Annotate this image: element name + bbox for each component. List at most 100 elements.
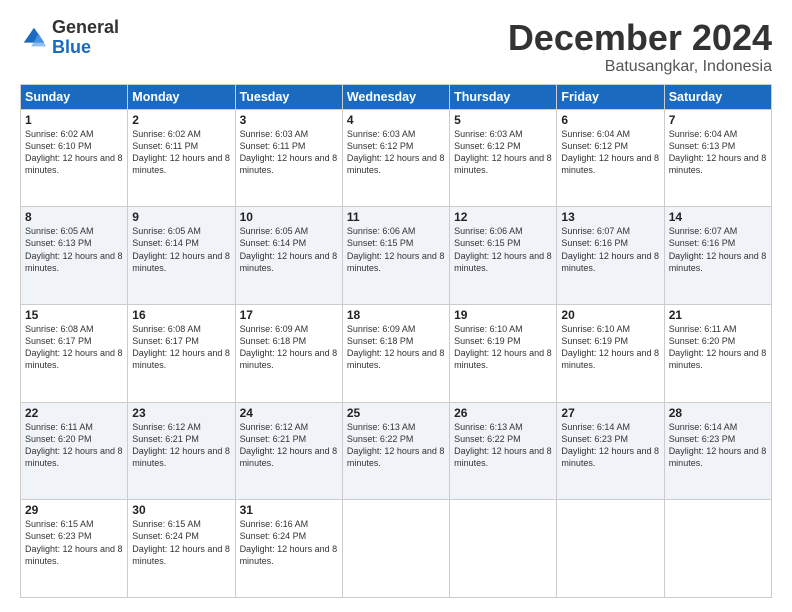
day-number: 1 (25, 113, 123, 127)
sunset-label: Sunset: 6:17 PM (132, 336, 199, 346)
sunset-label: Sunset: 6:15 PM (454, 238, 521, 248)
sunrise-label: Sunrise: 6:13 AM (347, 422, 416, 432)
sunset-label: Sunset: 6:16 PM (669, 238, 736, 248)
daylight-label: Daylight: 12 hours and 8 minutes. (561, 446, 659, 468)
day-number: 2 (132, 113, 230, 127)
day-info: Sunrise: 6:04 AM Sunset: 6:13 PM Dayligh… (669, 128, 767, 177)
day-info: Sunrise: 6:10 AM Sunset: 6:19 PM Dayligh… (561, 323, 659, 372)
table-row: 31 Sunrise: 6:16 AM Sunset: 6:24 PM Dayl… (235, 500, 342, 598)
daylight-label: Daylight: 12 hours and 8 minutes. (347, 153, 445, 175)
sunset-label: Sunset: 6:12 PM (454, 141, 521, 151)
sunset-label: Sunset: 6:23 PM (561, 434, 628, 444)
daylight-label: Daylight: 12 hours and 8 minutes. (132, 153, 230, 175)
daylight-label: Daylight: 12 hours and 8 minutes. (454, 153, 552, 175)
col-wednesday: Wednesday (342, 84, 449, 109)
col-sunday: Sunday (21, 84, 128, 109)
header: General Blue December 2024 Batusangkar, … (20, 18, 772, 76)
sunset-label: Sunset: 6:23 PM (669, 434, 736, 444)
sunset-label: Sunset: 6:16 PM (561, 238, 628, 248)
day-number: 31 (240, 503, 338, 517)
day-number: 3 (240, 113, 338, 127)
daylight-label: Daylight: 12 hours and 8 minutes. (25, 544, 123, 566)
sunrise-label: Sunrise: 6:07 AM (669, 226, 738, 236)
table-row: 6 Sunrise: 6:04 AM Sunset: 6:12 PM Dayli… (557, 109, 664, 207)
day-number: 26 (454, 406, 552, 420)
daylight-label: Daylight: 12 hours and 8 minutes. (561, 251, 659, 273)
sunrise-label: Sunrise: 6:12 AM (240, 422, 309, 432)
sunrise-label: Sunrise: 6:15 AM (25, 519, 94, 529)
day-info: Sunrise: 6:09 AM Sunset: 6:18 PM Dayligh… (240, 323, 338, 372)
day-number: 12 (454, 210, 552, 224)
location-title: Batusangkar, Indonesia (508, 58, 772, 76)
table-row: 24 Sunrise: 6:12 AM Sunset: 6:21 PM Dayl… (235, 402, 342, 500)
table-row: 12 Sunrise: 6:06 AM Sunset: 6:15 PM Dayl… (450, 207, 557, 305)
daylight-label: Daylight: 12 hours and 8 minutes. (347, 446, 445, 468)
daylight-label: Daylight: 12 hours and 8 minutes. (240, 251, 338, 273)
sunset-label: Sunset: 6:17 PM (25, 336, 92, 346)
day-number: 21 (669, 308, 767, 322)
day-info: Sunrise: 6:12 AM Sunset: 6:21 PM Dayligh… (240, 421, 338, 470)
day-number: 10 (240, 210, 338, 224)
day-number: 6 (561, 113, 659, 127)
sunrise-label: Sunrise: 6:05 AM (132, 226, 201, 236)
day-info: Sunrise: 6:03 AM Sunset: 6:12 PM Dayligh… (347, 128, 445, 177)
sunrise-label: Sunrise: 6:05 AM (240, 226, 309, 236)
sunrise-label: Sunrise: 6:04 AM (669, 129, 738, 139)
daylight-label: Daylight: 12 hours and 8 minutes. (561, 153, 659, 175)
daylight-label: Daylight: 12 hours and 8 minutes. (25, 348, 123, 370)
day-number: 29 (25, 503, 123, 517)
sunset-label: Sunset: 6:22 PM (454, 434, 521, 444)
day-number: 18 (347, 308, 445, 322)
daylight-label: Daylight: 12 hours and 8 minutes. (25, 251, 123, 273)
sunset-label: Sunset: 6:11 PM (132, 141, 198, 151)
day-info: Sunrise: 6:03 AM Sunset: 6:12 PM Dayligh… (454, 128, 552, 177)
sunrise-label: Sunrise: 6:11 AM (669, 324, 737, 334)
day-number: 15 (25, 308, 123, 322)
sunrise-label: Sunrise: 6:14 AM (561, 422, 630, 432)
sunset-label: Sunset: 6:15 PM (347, 238, 414, 248)
day-number: 19 (454, 308, 552, 322)
sunrise-label: Sunrise: 6:02 AM (25, 129, 94, 139)
table-row: 2 Sunrise: 6:02 AM Sunset: 6:11 PM Dayli… (128, 109, 235, 207)
sunrise-label: Sunrise: 6:16 AM (240, 519, 309, 529)
calendar-week-row: 22 Sunrise: 6:11 AM Sunset: 6:20 PM Dayl… (21, 402, 772, 500)
day-number: 13 (561, 210, 659, 224)
sunrise-label: Sunrise: 6:15 AM (132, 519, 201, 529)
sunset-label: Sunset: 6:24 PM (240, 531, 307, 541)
col-tuesday: Tuesday (235, 84, 342, 109)
day-number: 23 (132, 406, 230, 420)
calendar-table: Sunday Monday Tuesday Wednesday Thursday… (20, 84, 772, 598)
sunrise-label: Sunrise: 6:14 AM (669, 422, 738, 432)
sunset-label: Sunset: 6:20 PM (669, 336, 736, 346)
logo: General Blue (20, 18, 119, 58)
table-row: 5 Sunrise: 6:03 AM Sunset: 6:12 PM Dayli… (450, 109, 557, 207)
table-row: 23 Sunrise: 6:12 AM Sunset: 6:21 PM Dayl… (128, 402, 235, 500)
day-info: Sunrise: 6:05 AM Sunset: 6:14 PM Dayligh… (240, 225, 338, 274)
day-number: 16 (132, 308, 230, 322)
table-row: 20 Sunrise: 6:10 AM Sunset: 6:19 PM Dayl… (557, 304, 664, 402)
day-info: Sunrise: 6:05 AM Sunset: 6:14 PM Dayligh… (132, 225, 230, 274)
day-info: Sunrise: 6:05 AM Sunset: 6:13 PM Dayligh… (25, 225, 123, 274)
table-row: 22 Sunrise: 6:11 AM Sunset: 6:20 PM Dayl… (21, 402, 128, 500)
day-info: Sunrise: 6:07 AM Sunset: 6:16 PM Dayligh… (561, 225, 659, 274)
day-number: 8 (25, 210, 123, 224)
daylight-label: Daylight: 12 hours and 8 minutes. (561, 348, 659, 370)
daylight-label: Daylight: 12 hours and 8 minutes. (240, 446, 338, 468)
sunrise-label: Sunrise: 6:08 AM (25, 324, 94, 334)
title-block: December 2024 Batusangkar, Indonesia (508, 18, 772, 76)
logo-blue-text: Blue (52, 38, 119, 58)
table-row (450, 500, 557, 598)
sunrise-label: Sunrise: 6:03 AM (240, 129, 309, 139)
daylight-label: Daylight: 12 hours and 8 minutes. (25, 446, 123, 468)
day-number: 28 (669, 406, 767, 420)
day-number: 9 (132, 210, 230, 224)
day-info: Sunrise: 6:09 AM Sunset: 6:18 PM Dayligh… (347, 323, 445, 372)
day-info: Sunrise: 6:04 AM Sunset: 6:12 PM Dayligh… (561, 128, 659, 177)
table-row (557, 500, 664, 598)
sunset-label: Sunset: 6:21 PM (240, 434, 307, 444)
daylight-label: Daylight: 12 hours and 8 minutes. (669, 251, 767, 273)
daylight-label: Daylight: 12 hours and 8 minutes. (132, 544, 230, 566)
sunrise-label: Sunrise: 6:05 AM (25, 226, 94, 236)
sunrise-label: Sunrise: 6:09 AM (347, 324, 416, 334)
sunrise-label: Sunrise: 6:02 AM (132, 129, 201, 139)
